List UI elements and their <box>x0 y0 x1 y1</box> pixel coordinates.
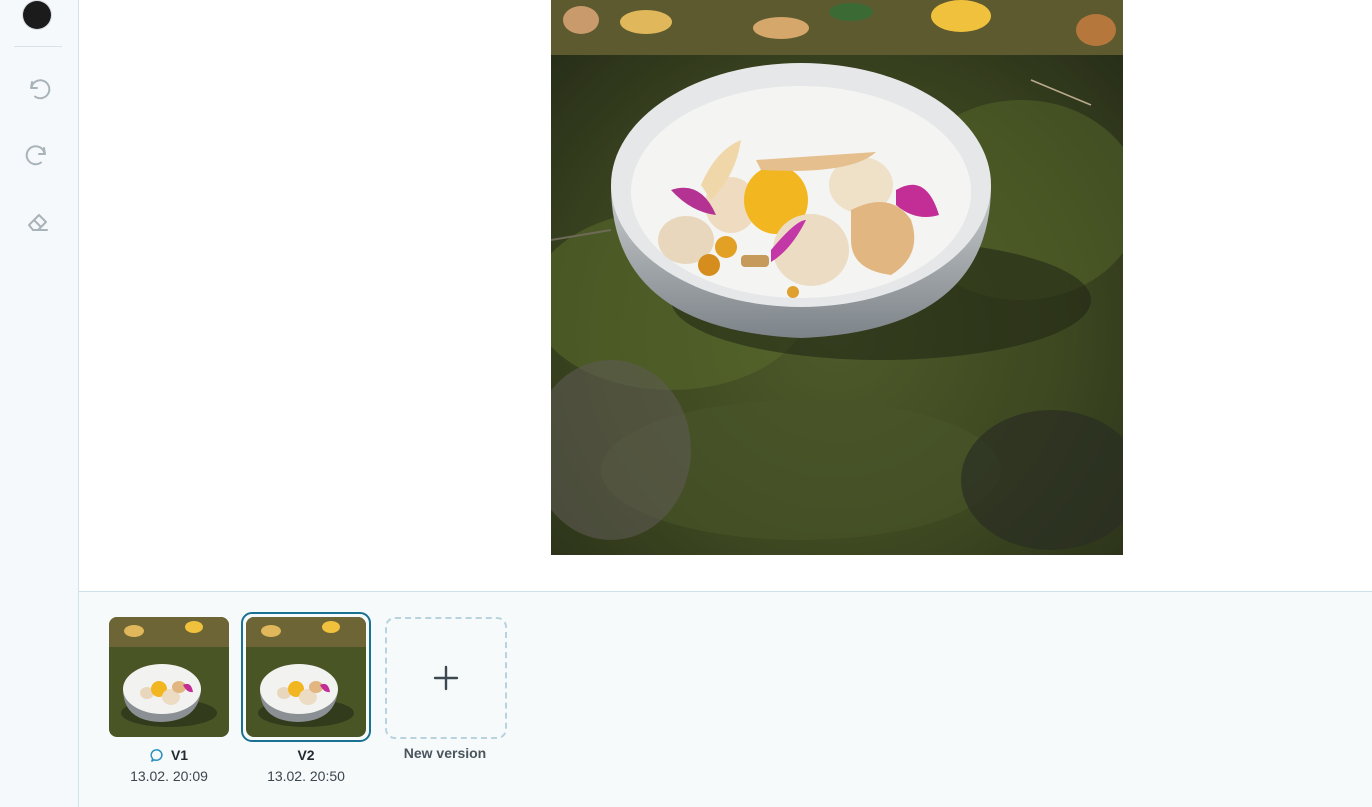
version-label: V2 <box>297 747 315 763</box>
current-color-dot <box>23 1 51 29</box>
version-label-row: V1 <box>109 746 229 764</box>
editor-app: V1 13.02. 20:09 V2 13.02. 20:50 New vers… <box>0 0 1372 807</box>
toolbar-divider <box>14 46 62 47</box>
comment-icon <box>150 748 163 762</box>
color-picker[interactable] <box>21 0 55 34</box>
image-canvas[interactable] <box>79 0 1372 591</box>
version-label-row: V2 <box>246 746 366 764</box>
undo-icon <box>30 79 51 100</box>
version-date: 13.02. 20:09 <box>130 768 208 784</box>
plus-icon <box>433 665 459 691</box>
new-version-button[interactable] <box>385 617 507 739</box>
redo-button[interactable] <box>19 136 57 174</box>
version-label: V1 <box>170 747 189 763</box>
dessert-photo[interactable] <box>551 0 1123 555</box>
redo-icon <box>25 145 46 166</box>
version-thumbnail <box>109 617 229 737</box>
eraser-button[interactable] <box>19 202 57 240</box>
new-version-label[interactable]: New version <box>375 745 515 761</box>
version-thumbnail <box>246 617 366 737</box>
selected-version-outline <box>241 612 371 742</box>
version-card-v2[interactable]: V2 13.02. 20:50 <box>241 612 371 784</box>
undo-button[interactable] <box>19 70 57 108</box>
dessert-photo-image <box>551 0 1123 555</box>
left-toolbar <box>0 0 79 807</box>
eraser-icon <box>28 214 48 231</box>
version-date: 13.02. 20:50 <box>267 768 345 784</box>
versions-strip: V1 13.02. 20:09 V2 13.02. 20:50 New vers… <box>79 591 1372 807</box>
version-card-v1[interactable]: V1 13.02. 20:09 <box>109 617 229 784</box>
